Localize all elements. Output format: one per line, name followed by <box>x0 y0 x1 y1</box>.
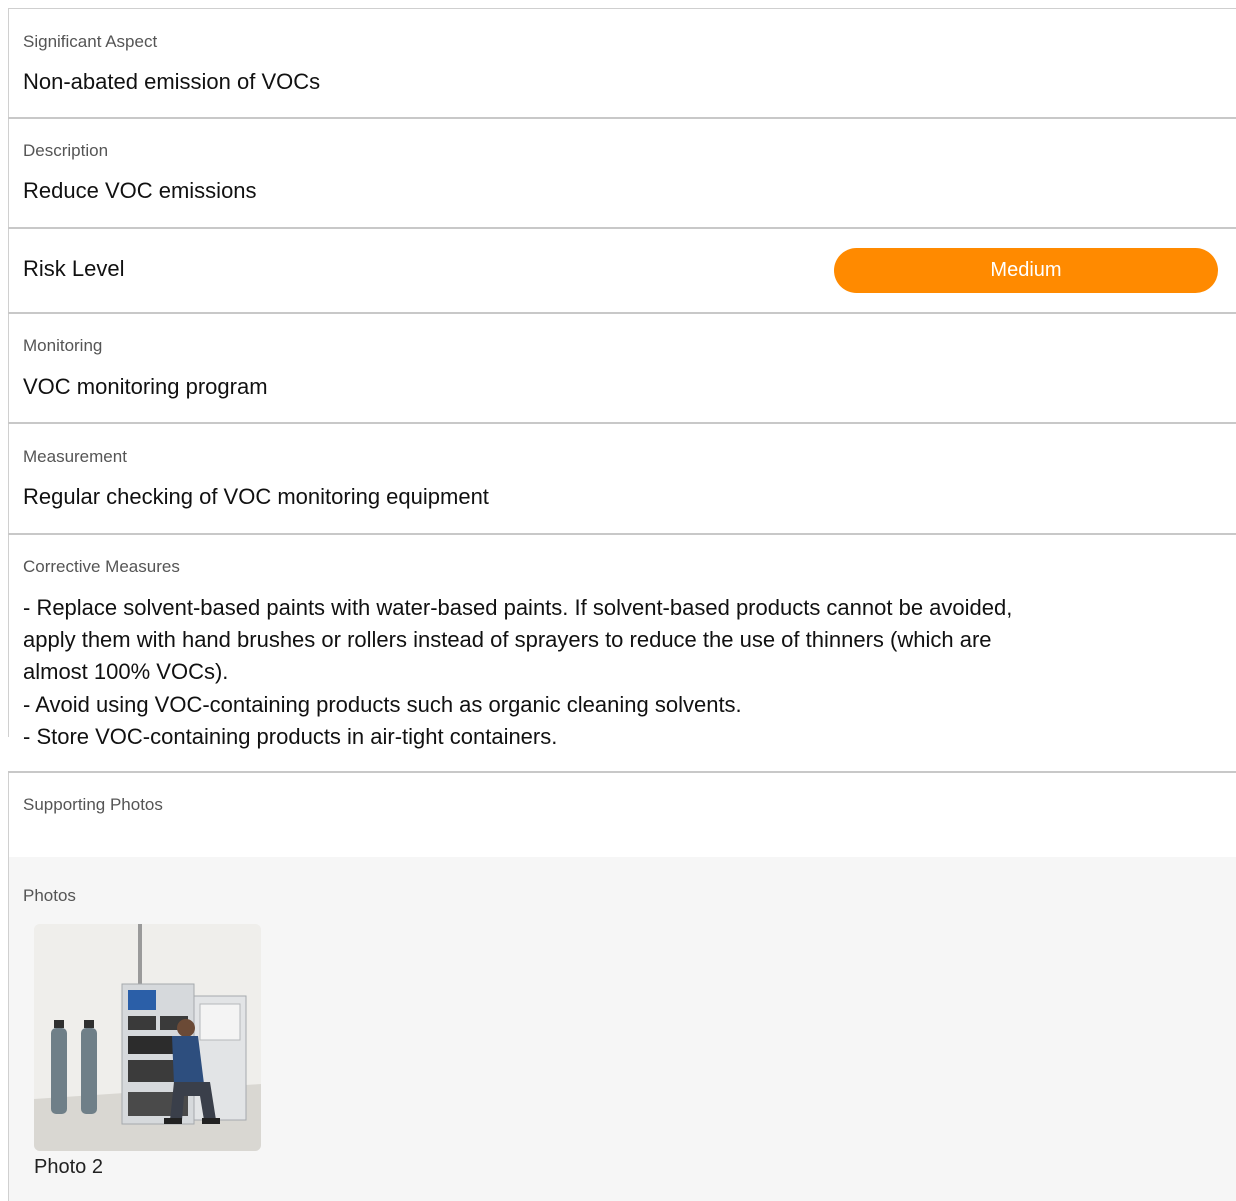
monitoring-value: VOC monitoring program <box>23 374 268 399</box>
corrective-measures-line: - Replace solvent-based paints with wate… <box>23 595 1013 620</box>
description-value: Reduce VOC emissions <box>23 178 257 203</box>
monitoring-section <box>8 314 1236 423</box>
significant-aspect-label: Significant Aspect <box>23 32 158 51</box>
measurement-value: Regular checking of VOC monitoring equip… <box>23 484 489 509</box>
corrective-measures-line: almost 100% VOCs). <box>23 659 229 684</box>
photos-label: Photos <box>23 886 76 905</box>
significant-aspect-value: Non-abated emission of VOCs <box>23 69 321 94</box>
significant-aspect-section <box>8 8 1236 119</box>
measurement-section <box>8 424 1236 533</box>
detail-page: Significant Aspect Non-abated emission o… <box>0 0 1236 1201</box>
corrective-measures-label: Corrective Measures <box>23 557 180 576</box>
risk-level-badge: Medium <box>834 248 1218 293</box>
supporting-photos-section <box>8 773 1236 857</box>
corrective-measures-line: - Store VOC-containing products in air-t… <box>23 724 558 749</box>
description-label: Description <box>23 141 109 160</box>
photo-thumbnail[interactable] <box>34 924 261 1151</box>
risk-level-label: Risk Level <box>23 256 125 281</box>
photo-caption: Photo 2 <box>34 1156 103 1178</box>
measurement-label: Measurement <box>23 447 127 466</box>
monitoring-label: Monitoring <box>23 336 103 355</box>
photo-icon <box>34 924 261 1151</box>
corrective-measures-line: - Avoid using VOC-containing products su… <box>23 692 742 717</box>
description-section <box>8 119 1236 228</box>
supporting-photos-label: Supporting Photos <box>23 795 163 814</box>
corrective-measures-line: apply them with hand brushes or rollers … <box>23 627 992 652</box>
